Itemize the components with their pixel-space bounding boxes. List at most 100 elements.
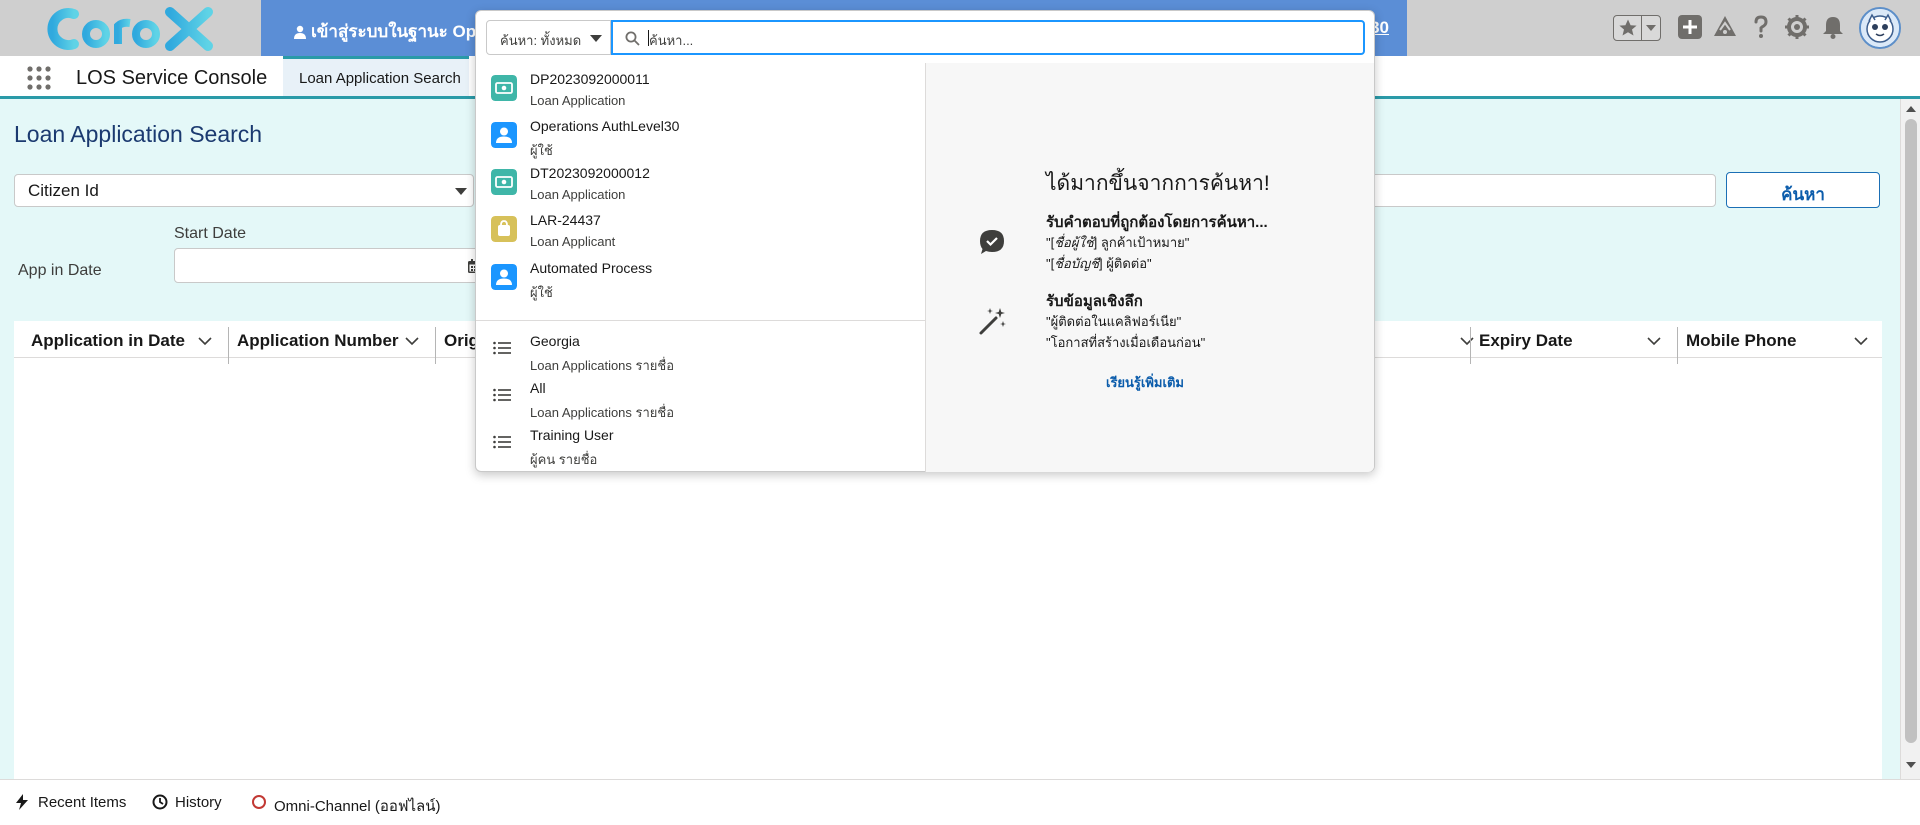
search-scope-label: ค้นหา: ทั้งหมด: [500, 33, 582, 48]
example-text: ] ลูกค้าเป้าหมาย": [1093, 235, 1190, 250]
suggestion-item[interactable]: DP2023092000011 Loan Application: [476, 69, 925, 115]
user-icon: [491, 264, 517, 290]
list-view-subtitle: Loan Applications รายชื่อ: [530, 405, 675, 420]
suggestion-item[interactable]: LAR-24437 Loan Applicant: [476, 210, 925, 256]
lightning-icon: [16, 794, 28, 810]
column-header-mobile-phone[interactable]: Mobile Phone: [1669, 321, 1876, 358]
column-label: Orig: [444, 331, 479, 350]
suggestion-title: Automated Process: [530, 260, 653, 276]
workspace-scrollbar[interactable]: [1900, 99, 1920, 779]
list-icon: [493, 341, 511, 355]
example-placeholder: ชื่อผู้ใช้: [1054, 235, 1094, 250]
scrollbar-thumb[interactable]: [1905, 119, 1917, 743]
utility-item-history[interactable]: History: [152, 794, 222, 811]
suggestion-item[interactable]: DT2023092000012 Loan Application: [476, 163, 925, 209]
add-icon: [1678, 15, 1702, 39]
column-header-application-number[interactable]: Application Number: [220, 321, 427, 358]
loan-application-icon: [491, 75, 517, 101]
chevron-down-icon[interactable]: [198, 337, 212, 346]
tab-loan-application-search[interactable]: Loan Application Search: [283, 56, 469, 96]
utility-bar: Recent Items History Omni-Channel (ออฟไล…: [0, 779, 1920, 825]
notifications-button[interactable]: [1820, 14, 1846, 42]
list-view-item[interactable]: All Loan Applications รายชื่อ: [476, 378, 925, 424]
suggestion-title: DT2023092000012: [530, 165, 650, 181]
search-icon: [625, 31, 640, 46]
search-value-input[interactable]: [1354, 174, 1716, 207]
utility-item-label: History: [175, 794, 222, 811]
search-tips-title: ได้มากขึ้นจากการค้นหา!: [1046, 172, 1270, 195]
answer-chat-icon: [980, 230, 1004, 254]
chevron-down-icon[interactable]: [1647, 337, 1661, 346]
list-view-title: Training User: [530, 427, 614, 443]
list-view-subtitle: ผู้คน รายชื่อ: [530, 452, 598, 467]
search-placeholder: ค้นหา...: [649, 33, 694, 48]
help-button[interactable]: [1748, 14, 1774, 42]
cardx-logo-graphic: [47, 7, 213, 51]
page-title: Loan Application Search: [14, 121, 263, 147]
scroll-down-icon[interactable]: [1906, 761, 1916, 769]
chevron-down-icon[interactable]: [1854, 337, 1868, 346]
scroll-up-icon[interactable]: [1906, 105, 1916, 113]
search-scope-select[interactable]: ค้นหา: ทั้งหมด: [486, 20, 611, 55]
utility-item-recent-items[interactable]: Recent Items: [16, 794, 126, 811]
star-icon[interactable]: [1618, 18, 1638, 38]
suggestion-subtitle: Loan Application: [530, 187, 626, 202]
column-label: Mobile Phone: [1686, 331, 1797, 350]
column-header-application-in-date[interactable]: Application in Date: [14, 321, 220, 358]
search-tips-example-4: "โอกาสที่สร้างเมื่อเดือนก่อน": [1046, 335, 1206, 350]
learn-more-link[interactable]: เรียนรู้เพิ่มเติม: [1106, 372, 1184, 393]
app-root: เข้าสู่ระบบในฐานะ Op 30 LOS Service Cons…: [0, 0, 1920, 825]
global-search-input[interactable]: ค้นหา...: [611, 20, 1365, 55]
list-view-item[interactable]: Georgia Loan Applications รายชื่อ: [476, 331, 925, 377]
suggestion-subtitle: ผู้ใช้: [530, 143, 553, 158]
global-search-dropdown: ค้นหา: ทั้งหมด ค้นหา... DP2023092000011 …: [475, 10, 1375, 472]
chevron-down-icon[interactable]: [405, 337, 419, 346]
chevron-down-icon[interactable]: [1645, 22, 1657, 34]
global-actions-button[interactable]: [1677, 14, 1703, 42]
loan-application-icon: [491, 169, 517, 195]
app-launcher-icon[interactable]: [27, 66, 51, 90]
favorites-divider: [1641, 16, 1642, 40]
suggestion-subtitle: Loan Application: [530, 93, 626, 108]
loan-applicant-icon: [491, 216, 517, 242]
cardx-logo[interactable]: [44, 4, 216, 54]
list-view-item[interactable]: Training User ผู้คน รายชื่อ: [476, 425, 925, 471]
app-in-date-label: App in Date: [18, 262, 102, 279]
bell-icon: [1823, 17, 1843, 39]
column-header-expiry-date[interactable]: Expiry Date: [1462, 321, 1669, 358]
suggestion-subtitle: ผู้ใช้: [530, 285, 553, 300]
utility-item-omni-channel[interactable]: Omni-Channel (ออฟไลน์): [252, 794, 441, 818]
utility-item-label: Omni-Channel (ออฟไลน์): [274, 798, 441, 815]
suggestion-item[interactable]: Automated Process ผู้ใช้: [476, 258, 925, 304]
gear-icon: [1785, 15, 1809, 39]
search-by-select[interactable]: Citizen Id: [14, 174, 474, 207]
search-tips-example-1: "[ชื่อผู้ใช้] ลูกค้าเป้าหมาย": [1046, 232, 1189, 253]
setup-button[interactable]: [1784, 14, 1810, 42]
search-tips-section1-heading: รับคำตอบที่ถูกต้องโดยการค้นหา...: [1046, 214, 1268, 231]
suggestion-subtitle: Loan Applicant: [530, 234, 616, 249]
avatar-astro-icon: [1861, 9, 1899, 47]
suggestions-divider: [476, 320, 925, 321]
example-text: "[: [1046, 256, 1055, 271]
start-date-input[interactable]: [174, 248, 492, 283]
user-icon: [491, 122, 517, 148]
impersonation-label: เข้าสู่ระบบในฐานะ Op: [293, 18, 476, 45]
clock-icon: [152, 794, 168, 810]
impersonation-text: เข้าสู่ระบบในฐานะ Op: [311, 22, 477, 41]
example-text: ] ผู้ติดต่อ": [1099, 256, 1152, 271]
list-view-title: Georgia: [530, 333, 580, 349]
search-tips-example-2: "[ชื่อบัญชี] ผู้ติดต่อ": [1046, 253, 1152, 274]
search-by-value: Citizen Id: [28, 181, 99, 200]
example-placeholder: ชื่อบัญชี: [1054, 256, 1100, 271]
start-date-label: Start Date: [174, 225, 247, 242]
magic-wand-icon: [979, 308, 1006, 335]
search-button[interactable]: ค้นหา: [1726, 172, 1880, 208]
suggestion-item[interactable]: Operations AuthLevel30 ผู้ใช้: [476, 116, 925, 162]
help-icon: [1754, 15, 1768, 38]
avatar[interactable]: [1859, 7, 1901, 49]
offline-status-icon: [252, 795, 266, 809]
trailhead-button[interactable]: [1712, 14, 1738, 42]
suggestion-title: LAR-24437: [530, 212, 601, 228]
chevron-down-icon: [455, 188, 467, 195]
column-label: Expiry Date: [1479, 331, 1573, 350]
